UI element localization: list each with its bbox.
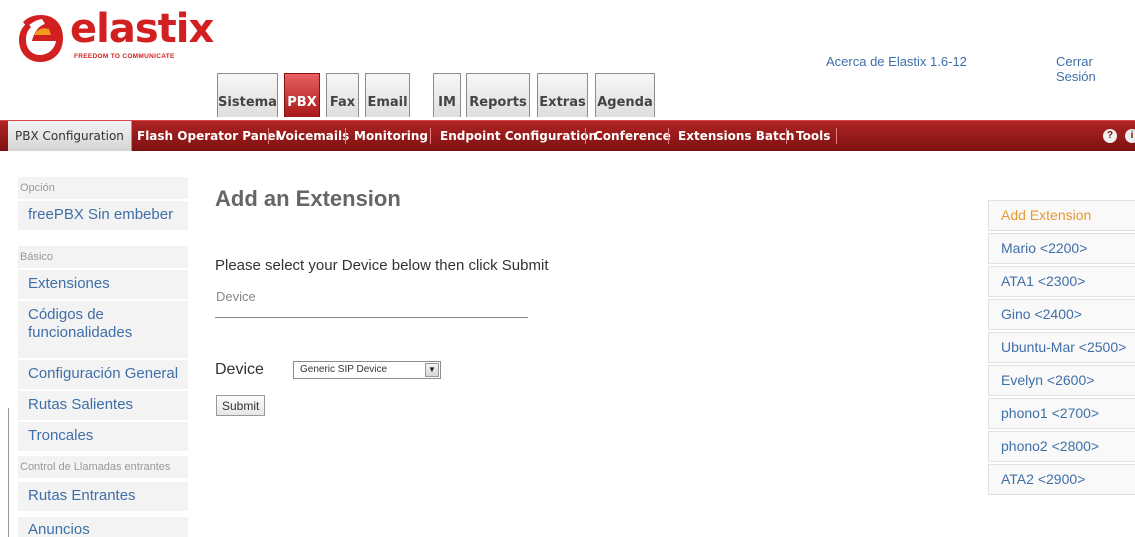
extension-item[interactable]: phono1 <2700> bbox=[988, 398, 1135, 429]
tab-pbx[interactable]: PBX bbox=[284, 73, 320, 117]
nav-item-configuracion-general[interactable]: Configuración General bbox=[18, 360, 188, 389]
section-divider bbox=[215, 317, 528, 318]
tab-agenda[interactable]: Agenda bbox=[595, 73, 655, 117]
nav-item-extensiones[interactable]: Extensiones bbox=[18, 270, 188, 299]
nav-item-rutas-entrantes[interactable]: Rutas Entrantes bbox=[18, 482, 188, 511]
menu-separator bbox=[836, 128, 837, 144]
tab-email[interactable]: Email bbox=[365, 73, 410, 117]
section-label: Device bbox=[216, 289, 256, 304]
brand-tagline: FREEDOM TO COMMUNICATE bbox=[74, 53, 175, 60]
brand-name: elastix bbox=[70, 6, 214, 52]
extension-item[interactable]: Evelyn <2600> bbox=[988, 365, 1135, 396]
nav-item-label: funcionalidades bbox=[28, 324, 133, 341]
menu-separator bbox=[668, 128, 669, 144]
nav-item-troncales[interactable]: Troncales bbox=[18, 422, 188, 451]
tab-extras[interactable]: Extras bbox=[537, 73, 588, 117]
menu-tools[interactable]: Tools bbox=[796, 121, 830, 151]
tab-label: Extras bbox=[539, 95, 586, 110]
extension-item[interactable]: Gino <2400> bbox=[988, 299, 1135, 330]
menu-extensions-batch[interactable]: Extensions Batch bbox=[678, 121, 794, 151]
nav-category-control-llamadas: Control de Llamadas entrantes bbox=[18, 456, 188, 478]
nav-category-basico: Básico bbox=[18, 246, 188, 268]
extension-item-add[interactable]: Add Extension bbox=[988, 200, 1135, 231]
menu-separator bbox=[786, 128, 787, 144]
nav-item-rutas-salientes[interactable]: Rutas Salientes bbox=[18, 391, 188, 420]
menu-separator bbox=[430, 128, 431, 144]
tab-im[interactable]: IM bbox=[433, 73, 461, 117]
pbx-menu-bar: PBX Configuration Flash Operator Panel V… bbox=[0, 120, 1135, 151]
chevron-down-icon[interactable]: ▼ bbox=[425, 363, 439, 377]
device-select[interactable]: Generic SIP Device ▼ bbox=[293, 361, 441, 379]
menu-voicemails[interactable]: Voicemails bbox=[277, 121, 349, 151]
info-icon[interactable]: i bbox=[1125, 129, 1135, 143]
tab-label: PBX bbox=[287, 95, 317, 110]
tab-label: Reports bbox=[469, 95, 527, 110]
instruction-text: Please select your Device below then cli… bbox=[215, 257, 549, 274]
header: elastix FREEDOM TO COMMUNICATE Acerca de… bbox=[0, 0, 1135, 120]
extension-item[interactable]: Mario <2200> bbox=[988, 233, 1135, 264]
tab-reports[interactable]: Reports bbox=[466, 73, 530, 117]
tab-label: Agenda bbox=[597, 95, 653, 110]
tab-label: IM bbox=[438, 95, 456, 110]
menu-separator bbox=[585, 128, 586, 144]
tab-label: Sistema bbox=[218, 95, 277, 110]
tab-label: Email bbox=[367, 95, 408, 110]
extension-item[interactable]: ATA2 <2900> bbox=[988, 464, 1135, 495]
menu-pbx-configuration[interactable]: PBX Configuration bbox=[8, 121, 132, 151]
extension-item[interactable]: Ubuntu-Mar <2500> bbox=[988, 332, 1135, 363]
about-link[interactable]: Acerca de Elastix 1.6-12 bbox=[826, 54, 967, 69]
extension-item[interactable]: ATA1 <2300> bbox=[988, 266, 1135, 297]
device-label: Device bbox=[215, 361, 264, 378]
extension-item[interactable]: phono2 <2800> bbox=[988, 431, 1135, 462]
menu-monitoring[interactable]: Monitoring bbox=[354, 121, 428, 151]
submit-button[interactable]: Submit bbox=[216, 395, 266, 416]
menu-separator bbox=[268, 128, 269, 144]
menu-flash-operator-panel[interactable]: Flash Operator Panel bbox=[137, 121, 280, 151]
help-icon[interactable]: ? bbox=[1103, 129, 1117, 143]
elastix-logo[interactable]: elastix FREEDOM TO COMMUNICATE bbox=[18, 6, 214, 70]
nav-item-freepbx[interactable]: freePBX Sin embeber bbox=[18, 201, 188, 230]
device-select-value: Generic SIP Device bbox=[300, 364, 388, 375]
menu-separator bbox=[345, 128, 346, 144]
tab-fax[interactable]: Fax bbox=[326, 73, 359, 117]
nav-category-opcion: Opción bbox=[18, 177, 188, 199]
logout-link[interactable]: Cerrar Sesión bbox=[1056, 54, 1135, 84]
page-title: Add an Extension bbox=[215, 186, 401, 211]
menu-conference[interactable]: Conference bbox=[594, 121, 671, 151]
elastix-logo-icon bbox=[19, 15, 63, 62]
nav-item-anuncios[interactable]: Anuncios bbox=[18, 517, 188, 537]
nav-divider bbox=[8, 408, 9, 537]
menu-endpoint-configuration[interactable]: Endpoint Configuration bbox=[440, 121, 597, 151]
nav-item-label: Códigos de bbox=[28, 306, 104, 323]
tab-label: Fax bbox=[329, 95, 356, 110]
tab-sistema[interactable]: Sistema bbox=[217, 73, 278, 117]
nav-item-codigos-funcionalidades[interactable]: Códigos de funcionalidades bbox=[18, 301, 188, 358]
